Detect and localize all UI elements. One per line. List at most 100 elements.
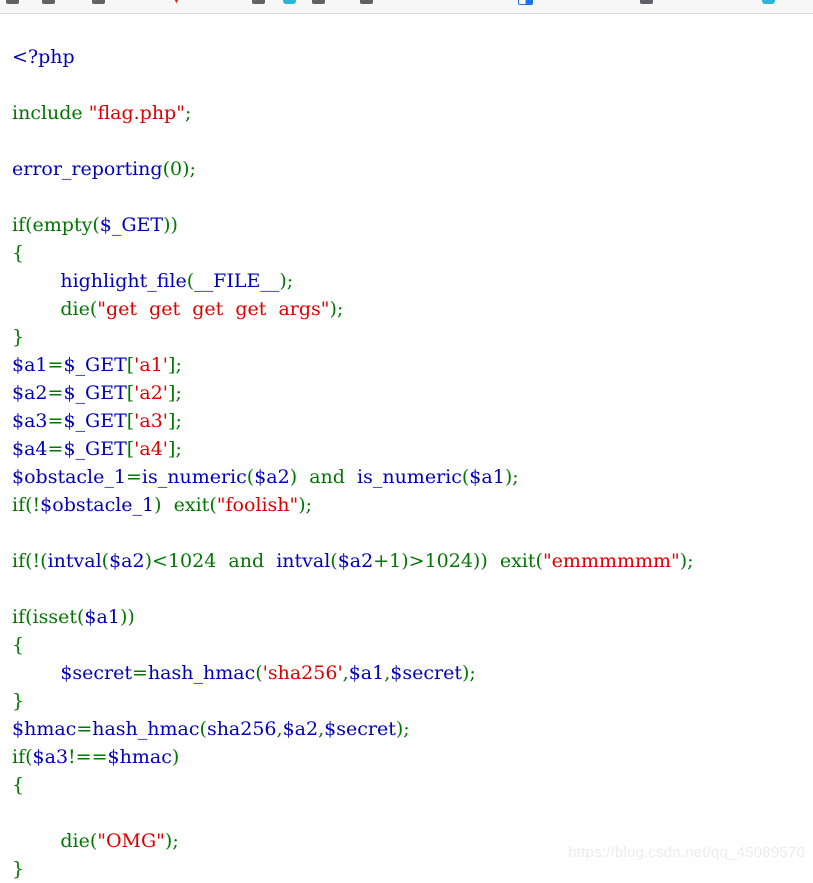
text-icon	[640, 0, 653, 4]
code-line: {	[12, 771, 813, 799]
bookmark-item-7[interactable]	[360, 0, 373, 5]
code-token-kw: if	[12, 746, 26, 768]
code-token-var: $a4	[12, 438, 48, 460]
code-token-var: hash_hmac	[92, 718, 200, 740]
code-token-str: 'a4'	[134, 438, 169, 460]
code-token-var: __FILE__	[194, 270, 280, 292]
code-token-kw: }	[12, 326, 25, 348]
code-line: }	[12, 687, 813, 715]
code-token-kw: );	[395, 718, 410, 740]
code-token-var: highlight_file	[60, 270, 187, 292]
code-token-var: $obstacle_1	[40, 494, 155, 516]
bookmark-icon	[92, 0, 105, 4]
code-token-kw: (	[101, 550, 110, 572]
code-token-kw: );	[164, 830, 179, 852]
code-token-kw: );	[279, 270, 294, 292]
code-token-kw: }	[12, 858, 25, 880]
bookmark-item-2[interactable]	[92, 0, 105, 5]
code-token-kw: =	[132, 662, 148, 684]
code-token-kw: and	[222, 550, 271, 572]
code-token-kw	[12, 298, 60, 320]
code-token-str: "OMG"	[97, 830, 165, 852]
bookmark-item-4[interactable]	[252, 0, 265, 5]
code-token-var: $a1	[84, 606, 120, 628]
bookmark-item-3[interactable]	[170, 0, 183, 5]
code-line: ​	[12, 799, 813, 827]
code-line: $a3=$_GET['a3'];	[12, 407, 813, 435]
code-token-kw: ];	[168, 410, 182, 432]
code-token-var: <?php	[12, 46, 75, 68]
code-token-kw: (	[92, 214, 100, 236]
code-token-kw: =	[76, 718, 93, 740]
watermark-text: https://blog.csdn.net/qq_45089570	[568, 844, 805, 861]
bookmark-item-6[interactable]	[312, 0, 325, 5]
code-line: $secret=hash_hmac('sha256',$a1,$secret);	[12, 659, 813, 687]
code-token-var: $a2	[282, 718, 319, 740]
code-token-kw	[12, 270, 60, 292]
cloud-icon	[762, 0, 775, 4]
code-line: {	[12, 239, 813, 267]
code-token-var: $a1	[348, 662, 385, 684]
code-token-kw: ];	[168, 382, 182, 404]
code-token-kw: )	[289, 466, 304, 488]
code-token-var: intval	[270, 550, 331, 572]
page-icon	[518, 0, 533, 5]
bookmark-item-0[interactable]	[6, 0, 19, 5]
code-line: <?php	[12, 43, 813, 71]
code-token-str: 'a2'	[134, 382, 169, 404]
bookmark-item-5[interactable]	[283, 0, 296, 5]
code-token-str: "get get get get args"	[97, 298, 330, 320]
code-token-var: hash_hmac	[147, 662, 256, 684]
code-line: highlight_file(__FILE__);	[12, 267, 813, 295]
code-line: if($a3!==$hmac)	[12, 743, 813, 771]
code-line: $obstacle_1=is_numeric($a2) and is_numer…	[12, 463, 813, 491]
code-token-kw: empty	[32, 214, 93, 236]
heart-icon	[170, 0, 183, 4]
code-token-var: sha256	[206, 718, 277, 740]
code-token-kw: =	[125, 466, 142, 488]
code-token-kw: die	[60, 830, 90, 852]
code-line: }	[12, 323, 813, 351]
bookmark-item-1[interactable]	[42, 0, 55, 5]
code-token-kw: (	[25, 214, 33, 236]
code-token-kw: die	[60, 298, 90, 320]
code-token-kw: ))	[119, 606, 135, 628]
code-token-kw: (	[330, 550, 338, 572]
code-token-kw: (	[25, 606, 33, 628]
text-icon	[312, 0, 325, 4]
code-token-kw: );	[298, 494, 313, 516]
bookmark-item-10[interactable]	[762, 0, 775, 5]
code-token-kw	[12, 662, 60, 684]
code-token-var: $a2	[337, 550, 374, 572]
code-token-kw: isset	[32, 606, 77, 628]
code-token-kw: {	[12, 242, 25, 264]
code-token-kw: )	[171, 746, 180, 768]
browser-bookmarks-bar[interactable]	[0, 0, 813, 14]
code-token-var: $_GET	[63, 438, 127, 460]
code-line: if(!(intval($a2)<1024 and intval($a2+1)>…	[12, 547, 813, 575]
bookmark-item-9[interactable]	[640, 0, 653, 5]
text-icon	[252, 0, 265, 4]
code-token-var: $a1	[12, 354, 48, 376]
code-line: ​	[12, 183, 813, 211]
code-token-var: $_GET	[63, 382, 127, 404]
code-token-kw: (!(	[25, 550, 48, 572]
code-line: if(empty($_GET))	[12, 211, 813, 239]
code-token-var: is_numeric	[350, 466, 462, 488]
code-token-var: $a3	[12, 410, 48, 432]
cloud-icon	[283, 0, 296, 4]
code-token-var: $_GET	[99, 214, 164, 236]
code-token-kw	[12, 830, 60, 852]
code-token-kw: =	[47, 438, 64, 460]
code-token-str: 'a1'	[134, 354, 169, 376]
code-token-kw: }	[12, 690, 25, 712]
bookmark-item-8[interactable]	[518, 0, 533, 5]
code-token-var: $a2	[109, 550, 145, 572]
code-token-kw: exit	[173, 494, 210, 516]
code-token-kw: ))	[163, 214, 178, 236]
code-token-kw: ];	[168, 438, 182, 460]
code-token-kw: );	[679, 550, 694, 572]
code-line: {	[12, 631, 813, 659]
code-token-var: $a1	[469, 466, 505, 488]
code-token-var: is_numeric	[141, 466, 247, 488]
